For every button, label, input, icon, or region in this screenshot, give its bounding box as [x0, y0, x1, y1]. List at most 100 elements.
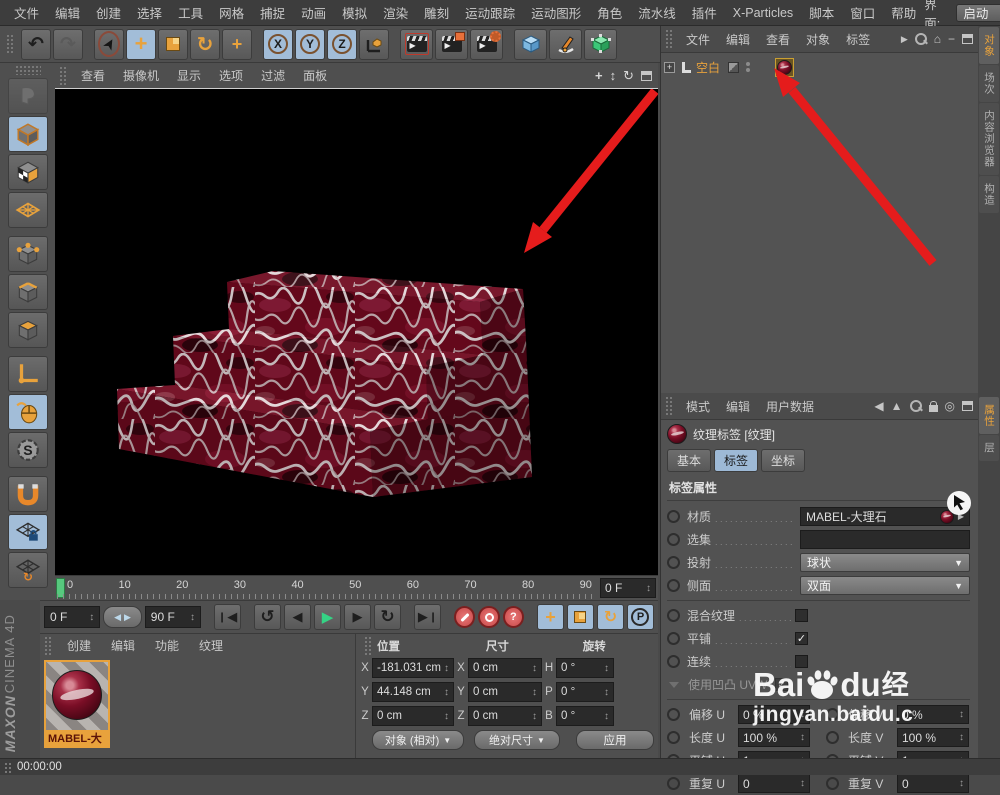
menu-window[interactable]: 窗口 — [842, 3, 883, 22]
keyframe-circle-icon[interactable] — [667, 708, 680, 721]
mix-textures-checkbox[interactable] — [795, 609, 808, 622]
next-frame-button[interactable]: ▶ — [344, 604, 371, 630]
om-menu-objects[interactable]: 对象 — [798, 31, 838, 48]
keyframe-circle-icon[interactable] — [667, 609, 680, 622]
layer-icon[interactable] — [728, 62, 739, 73]
menu-help[interactable]: 帮助 — [883, 3, 924, 22]
keyframe-circle-icon[interactable] — [667, 556, 680, 569]
goto-end-button[interactable]: ▶ — [414, 604, 441, 630]
vp-menu-display[interactable]: 显示 — [168, 67, 210, 84]
spinner-icon[interactable]: ↕ — [89, 612, 94, 623]
rotate-view-icon[interactable]: ↻ — [623, 68, 634, 84]
tab-coordinates[interactable]: 坐标 — [761, 449, 805, 472]
axis-mode-button[interactable] — [8, 356, 48, 392]
y-axis-lock-button[interactable]: Y — [295, 29, 325, 60]
visibility-dots-icon[interactable] — [746, 62, 750, 72]
scale-tool-button[interactable] — [158, 29, 188, 60]
lock-icon[interactable] — [929, 405, 938, 412]
menu-animate[interactable]: 动画 — [293, 3, 334, 22]
apply-button[interactable]: 应用 — [576, 730, 654, 750]
play-button[interactable]: ▶ — [314, 604, 341, 630]
keyframe-circle-icon[interactable] — [667, 533, 680, 546]
spinner-icon[interactable]: ↕ — [800, 709, 805, 720]
om-grip[interactable] — [665, 29, 674, 49]
start-frame-field[interactable]: 0 F ↕ — [44, 606, 100, 628]
edges-mode-button[interactable] — [8, 274, 48, 310]
add-cube-object-button[interactable] — [514, 29, 547, 60]
spinner-icon[interactable]: ↕ — [604, 663, 609, 674]
home-icon[interactable]: ⌂ — [934, 32, 941, 46]
spinner-icon[interactable]: ↕ — [190, 612, 195, 623]
spinner-icon[interactable]: ↕ — [444, 711, 449, 722]
goto-start-button[interactable]: ◀ — [214, 604, 241, 630]
record-keyframe-button[interactable] — [454, 606, 475, 628]
spinner-icon[interactable]: ↕ — [444, 687, 449, 698]
history-forward-icon[interactable]: ▲ — [891, 399, 903, 413]
am-grip[interactable] — [665, 396, 674, 416]
dock-tab-layers[interactable]: 层 — [979, 435, 999, 461]
key-position-toggle[interactable]: + — [537, 604, 564, 630]
material-thumbnail[interactable]: MABEL-大 — [44, 660, 110, 748]
undo-button[interactable]: ↶ — [21, 29, 51, 60]
dock-tab-structure[interactable]: 构造 — [979, 176, 999, 213]
spinner-icon[interactable]: ↕ — [800, 778, 805, 789]
size-y-field[interactable]: 0 cm↕ — [468, 682, 542, 702]
spinner-icon[interactable]: ↕ — [959, 709, 964, 720]
prev-next-key-button[interactable]: ◀ ▶ — [103, 606, 142, 628]
menu-snap[interactable]: 捕捉 — [252, 3, 293, 22]
toggle-views-icon[interactable] — [641, 71, 652, 81]
make-editable-button[interactable] — [8, 78, 48, 114]
keyframe-circle-icon[interactable] — [667, 731, 680, 744]
expand-icon[interactable]: + — [664, 62, 675, 73]
render-picture-viewer-button[interactable] — [435, 29, 468, 60]
current-frame-field[interactable]: 0 F ↕ — [600, 578, 656, 598]
keyframe-circle-icon[interactable] — [667, 579, 680, 592]
keyframe-circle-icon[interactable] — [667, 655, 680, 668]
toolbar-grip[interactable] — [6, 34, 15, 54]
om-menu-edit[interactable]: 编辑 — [718, 31, 758, 48]
key-rotation-toggle[interactable]: ↻ — [597, 604, 624, 630]
minus-icon[interactable]: − — [948, 32, 955, 46]
menu-xparticles[interactable]: X-Particles — [725, 6, 801, 20]
menu-mesh[interactable]: 网格 — [211, 3, 252, 22]
repeat-v-field[interactable]: 0↕ — [897, 774, 969, 793]
dock-tab-content-browser[interactable]: 内容浏览器 — [979, 103, 999, 175]
rot-p-field[interactable]: 0 °↕ — [556, 682, 614, 702]
keyframe-circle-icon[interactable] — [667, 777, 680, 790]
spinner-icon[interactable]: ↕ — [604, 711, 609, 722]
window-icon[interactable] — [962, 34, 973, 44]
search-icon[interactable] — [915, 33, 927, 45]
menu-create[interactable]: 创建 — [88, 3, 129, 22]
snap-settings-button[interactable]: S — [8, 432, 48, 468]
rot-b-field[interactable]: 0 °↕ — [556, 706, 614, 726]
viewport-solo-button[interactable] — [8, 394, 48, 430]
sidebar-grip[interactable] — [15, 65, 41, 75]
position-mode-dropdown[interactable]: 对象 (相对)▼ — [372, 730, 464, 750]
viewport-canvas[interactable] — [55, 88, 658, 575]
mm-menu-function[interactable]: 功能 — [145, 637, 189, 654]
spinner-icon[interactable]: ↕ — [532, 663, 537, 674]
rot-h-field[interactable]: 0 °↕ — [556, 658, 614, 678]
workplane-lock-button[interactable] — [8, 514, 48, 550]
tile-checkbox[interactable]: ✓ — [795, 632, 808, 645]
vp-menu-options[interactable]: 选项 — [210, 67, 252, 84]
vp-menu-view[interactable]: 查看 — [72, 67, 114, 84]
coords-grip[interactable] — [364, 636, 373, 656]
workplane-auto-button[interactable]: ↻ — [8, 552, 48, 588]
dock-tab-attributes[interactable]: 属性 — [979, 397, 999, 434]
vp-menu-cameras[interactable]: 摄像机 — [114, 67, 168, 84]
vp-menu-filter[interactable]: 过滤 — [252, 67, 294, 84]
key-parameter-toggle[interactable]: P — [627, 604, 654, 630]
spinner-icon[interactable]: ↕ — [800, 732, 805, 743]
pos-y-field[interactable]: 44.148 cm↕ — [372, 682, 454, 702]
spinner-icon[interactable]: ↕ — [604, 687, 609, 698]
spinner-icon[interactable]: ↕ — [959, 732, 964, 743]
repeat-u-field[interactable]: 0↕ — [738, 774, 810, 793]
object-tree[interactable]: + 空白 — [661, 53, 978, 393]
points-mode-button[interactable] — [8, 236, 48, 272]
menu-pipeline[interactable]: 流水线 — [630, 3, 684, 22]
mm-menu-create[interactable]: 创建 — [57, 637, 101, 654]
render-settings-button[interactable] — [470, 29, 503, 60]
pos-z-field[interactable]: 0 cm↕ — [372, 706, 454, 726]
prev-frame-button[interactable]: ◀ — [284, 604, 311, 630]
